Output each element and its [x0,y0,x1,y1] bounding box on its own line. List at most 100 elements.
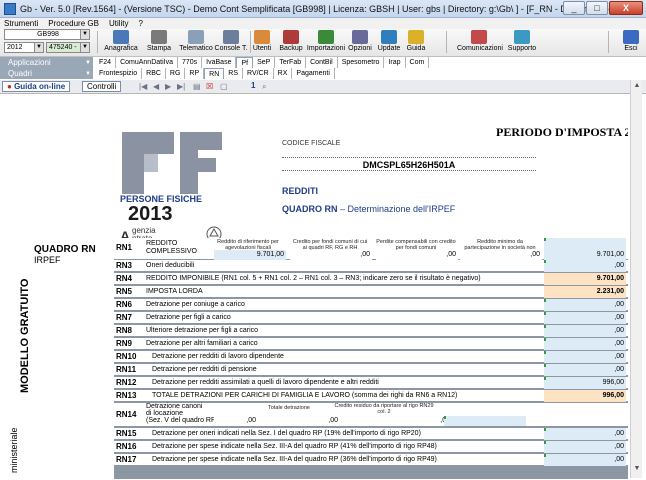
tab-rs[interactable]: RS [224,68,244,79]
form-row-rn1: RN1 REDDITO COMPLESSIVO Reddito di rifer… [114,238,628,260]
rn1-reddito-minimo-field[interactable]: ,00 [460,250,542,260]
tax-form-document: PERSONE FISICHE 2013 A genzia ntrate PER… [6,95,628,479]
next-page-icon[interactable]: ▶ [165,82,171,91]
row-amount-field[interactable]: ,00 [544,441,626,453]
prev-page-icon[interactable]: ◀ [153,82,159,91]
menu-procedure-gb[interactable]: Procedure GB [48,19,99,28]
menu-utility[interactable]: Utility [109,19,129,28]
rn14-amount-field[interactable] [444,416,526,426]
app-icon [4,2,16,15]
vertical-scrollbar[interactable]: ▲ ▼ [630,80,642,478]
quadro-rn-heading: QUADRO RN – Determinazione dell'IRPEF [282,204,455,214]
stampa-button[interactable]: Stampa [144,29,174,55]
row-amount-field[interactable]: 996,00 [544,390,626,402]
company-combo[interactable]: GB998 ▼ [4,29,90,40]
rn1-total-field[interactable]: 9.701,00 [544,238,626,260]
tab-pagamenti[interactable]: Pagamenti [292,68,335,79]
tab-pf[interactable]: Pf [236,57,254,68]
close-button[interactable]: X [609,1,643,15]
tab-rv-cr[interactable]: RV/CR [243,68,274,79]
tab-sep[interactable]: SeP [253,57,276,68]
first-page-icon[interactable]: |◀ [139,82,147,91]
quadro-rn-side-title: QUADRO RN IRPEF [34,244,96,266]
supporto-button[interactable]: Supporto [505,29,539,55]
backup-button[interactable]: Backup [278,29,304,55]
applicazioni-bar[interactable]: Applicazioni ▼ [0,57,93,68]
utenti-button[interactable]: Utenti [250,29,274,55]
tab-rp[interactable]: RP [185,68,205,79]
tab-contbil[interactable]: ContBil [306,57,338,68]
minimize-button[interactable]: _ [563,1,585,15]
esci-button[interactable]: Esci [620,29,642,55]
last-page-icon[interactable]: ▶| [177,82,185,91]
row-code: RN13 [116,391,137,400]
row-amount-field[interactable]: ,00 [544,364,626,376]
importazioni-button[interactable]: Importazioni [306,29,346,55]
menu-help[interactable]: ? [139,19,143,28]
copy-icon[interactable]: ▤ [193,82,201,91]
guida-button[interactable]: Guida [404,29,428,55]
rn1-credito-fondi-field[interactable]: ,00 [290,250,372,260]
opzioni-button[interactable]: Opzioni [346,29,374,55]
tab-rg[interactable]: RG [166,68,186,79]
rn1-total: 9.701 [596,251,615,258]
rn1-v1-dec: ,00 [274,251,284,258]
codice-fiscale-value[interactable]: DMCSPL65H26H501A [282,157,536,171]
tab-terfab[interactable]: TerFab [275,57,307,68]
tab-rn[interactable]: RN [204,68,225,79]
tab-rbc[interactable]: RBC [142,68,166,79]
guida-online-button[interactable]: ● Guida on-line [2,81,71,92]
toolbar-label: Backup [279,45,303,52]
delete-icon[interactable]: ☒ [206,82,213,91]
rn14-totale-field[interactable]: ,00 [260,416,340,426]
tab-ivabase[interactable]: IvaBase [202,57,237,68]
tab-f24[interactable]: F24 [95,57,117,68]
row-amount-field[interactable]: ,00 [544,260,626,272]
scroll-up-icon[interactable]: ▲ [632,82,642,92]
row-amount-field[interactable]: 996,00 [544,377,626,389]
anagrafica-button[interactable]: Anagrafica [104,29,138,55]
rn14-canoni-field[interactable]: ,00 [214,416,258,426]
tab-com[interactable]: Com [406,57,430,68]
rn1-reddito-riferimento-field[interactable]: 9.701,00 [214,250,286,260]
comunicazioni-button[interactable]: Comunicazioni [457,29,503,55]
print-page-icon[interactable]: ▢ [220,82,228,91]
row-amount-field[interactable]: 2.231,00 [544,286,626,298]
console-t-button[interactable]: Console T. [214,29,248,55]
menu-strumenti[interactable]: Strumenti [4,19,38,28]
row-amount-field[interactable]: 9.701,00 [544,273,626,285]
row-amount-field[interactable]: ,00 [544,351,626,363]
options-icon [352,30,368,44]
row-amount-field[interactable]: ,00 [544,312,626,324]
maximize-button[interactable]: □ [586,1,608,15]
tab-spesometro[interactable]: Spesometro [338,57,385,68]
rn14-credito-residuo-field[interactable]: ,00 [342,416,452,426]
rn1-total-dec: ,00 [614,251,624,258]
row-amount-field[interactable]: ,00 [544,454,626,466]
row-description: Detrazione per spese indicate nella Sez.… [152,456,437,463]
tab-rx[interactable]: RX [274,68,293,79]
quadri-bar[interactable]: Quadri ▼ [0,68,93,79]
year-combo[interactable]: 2012 ▼ [4,42,44,53]
tab-770s[interactable]: 770s [178,57,203,68]
scroll-down-icon[interactable]: ▼ [632,465,642,475]
update-button[interactable]: Update [376,29,402,55]
tab-frontespizio[interactable]: Frontespizio [95,68,143,79]
rn1-perdite-field[interactable]: ,00 [376,250,458,260]
row-amount-field[interactable]: ,00 [544,325,626,337]
search-icon[interactable]: ⌕ [262,82,266,92]
tab-irap[interactable]: Irap [384,57,406,68]
tab-comuanndatiiva[interactable]: ComuAnnDatiIva [116,57,178,68]
row-amount-field[interactable]: ,00 [544,338,626,350]
form-row-rn10: RN10 Detrazione per redditi di lavoro dip… [114,351,628,363]
mail-icon [471,30,487,44]
telematico-button[interactable]: Telematico [178,29,214,55]
quadro-label: QUADRO RN [282,204,338,214]
printer-icon [151,30,167,44]
controlli-button[interactable]: Controlli [82,81,122,92]
code-combo[interactable]: 475240 - ▼ [46,42,90,53]
row-amount-field[interactable]: ,00 [544,428,626,440]
form-row-rn5: RN5 IMPOSTA LORDA 2.231,00 [114,286,628,298]
row-code: RN10 [116,352,137,361]
row-amount-field[interactable]: ,00 [544,299,626,311]
